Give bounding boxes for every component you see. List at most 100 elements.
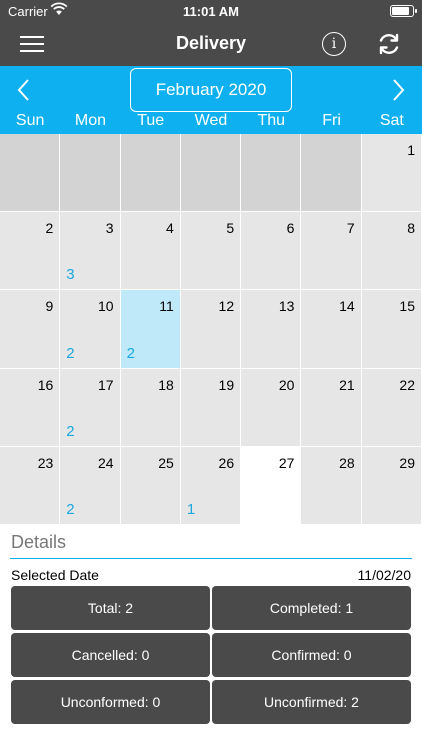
weekday-label: Thu <box>257 112 286 129</box>
calendar-day-cell[interactable]: 14 <box>301 290 361 368</box>
day-number: 15 <box>399 298 415 315</box>
clock: 11:01 AM <box>183 4 239 19</box>
calendar-day-cell[interactable]: 12 <box>180 290 241 368</box>
calendar-day-cell[interactable]: 8 <box>361 212 421 290</box>
calendar-day-cell[interactable]: 20 <box>241 368 301 446</box>
delivery-count: 2 <box>126 344 135 362</box>
calendar-day-cell[interactable]: 26 1 <box>180 446 241 524</box>
calendar-day-cell[interactable]: 29 <box>361 446 421 524</box>
day-number: 25 <box>158 454 174 471</box>
day-number: 23 <box>37 454 54 471</box>
status-bar: Carrier 11:01 AM <box>0 0 422 22</box>
cancelled-button[interactable]: Cancelled: 0 <box>11 633 210 677</box>
day-number: 20 <box>278 376 295 393</box>
weekday-row: Sun Mon Tue Wed Thu Fri Sat <box>0 112 422 132</box>
divider <box>10 558 412 559</box>
delivery-count: 1 <box>186 500 196 518</box>
calendar-day-cell[interactable]: 16 <box>0 368 60 446</box>
confirmed-button[interactable]: Confirmed: 0 <box>212 633 411 677</box>
weekday-label: Sat <box>379 112 404 129</box>
day-number: 5 <box>226 220 235 237</box>
day-number: 22 <box>399 376 415 393</box>
calendar-day-cell[interactable]: 24 2 <box>60 446 120 524</box>
day-number: 12 <box>218 298 235 315</box>
calendar-day-cell[interactable]: 6 <box>241 212 301 290</box>
calendar-day-cell[interactable]: 19 <box>180 368 241 446</box>
calendar-day-cell[interactable]: 28 <box>301 446 361 524</box>
calendar-empty-cell <box>0 134 60 212</box>
details-heading: Details <box>11 532 67 552</box>
calendar-day-cell[interactable]: 15 <box>361 290 421 368</box>
day-number: 1 <box>407 142 415 158</box>
day-number: 29 <box>399 454 415 471</box>
day-number: 19 <box>218 376 235 393</box>
calendar-day-cell[interactable]: 4 <box>120 212 180 290</box>
calendar-day-cell[interactable]: 23 <box>0 446 60 524</box>
day-number: 16 <box>37 376 54 393</box>
calendar-day-cell[interactable]: 22 <box>361 368 421 446</box>
calendar-empty-cell <box>180 134 241 212</box>
nav-bar: Delivery i <box>0 22 422 66</box>
weekday-label: Fri <box>322 112 341 129</box>
calendar-day-cell[interactable]: 21 <box>301 368 361 446</box>
calendar-day-cell[interactable]: 1 <box>361 134 421 212</box>
delivery-count: 2 <box>66 422 75 440</box>
weekday-label: Mon <box>74 112 106 129</box>
battery-icon <box>390 5 417 17</box>
calendar-day-cell[interactable]: 2 <box>0 212 60 290</box>
day-number: 9 <box>45 298 54 315</box>
day-number: 17 <box>97 376 114 393</box>
calendar-day-cell[interactable]: 9 <box>0 290 60 368</box>
day-number: 4 <box>166 220 174 237</box>
day-number: 3 <box>105 220 114 237</box>
calendar-empty-cell <box>301 134 361 212</box>
calendar-grid: 1 2 3 3 4 5 6 7 8 9 10 2 11 2 12 13 14 15 16 17 2 18 19 20 21 22 2… <box>0 134 422 525</box>
calendar-day-cell[interactable]: 18 <box>120 368 180 446</box>
calendar-header: February 2020 Sun Mon Tue Wed Thu Fri Sa… <box>0 66 422 134</box>
calendar-day-cell[interactable]: 11 2 <box>120 290 180 368</box>
day-number: 27 <box>278 454 295 471</box>
calendar-day-cell[interactable]: 25 <box>120 446 180 524</box>
info-icon[interactable]: i <box>322 32 346 56</box>
chevron-left-icon[interactable] <box>12 77 36 103</box>
weekday-label: Tue <box>137 112 165 129</box>
delivery-count: 2 <box>66 500 75 518</box>
calendar-day-cell[interactable]: 13 <box>241 290 301 368</box>
day-number: 8 <box>407 220 415 237</box>
unconfirmed-button[interactable]: Unconfirmed: 2 <box>212 680 411 724</box>
battery-fill <box>392 7 409 15</box>
calendar-day-cell[interactable]: 17 2 <box>60 368 120 446</box>
chevron-right-icon[interactable] <box>386 77 410 103</box>
day-number: 28 <box>339 454 355 471</box>
day-number: 21 <box>339 376 355 393</box>
day-number: 10 <box>97 298 114 315</box>
page-title: Delivery <box>175 33 247 53</box>
day-number: 24 <box>97 454 114 471</box>
delivery-count: 3 <box>66 266 75 284</box>
calendar-day-cell[interactable]: 27 <box>241 446 301 524</box>
delivery-count: 2 <box>66 344 75 362</box>
day-number: 6 <box>286 220 295 237</box>
day-number: 26 <box>218 454 235 471</box>
completed-button[interactable]: Completed: 1 <box>212 586 411 630</box>
refresh-icon[interactable] <box>376 31 402 57</box>
month-selector[interactable]: February 2020 <box>130 68 292 112</box>
calendar-day-cell[interactable]: 33 <box>60 212 120 290</box>
selected-date-label: Selected Date <box>11 567 99 583</box>
weekday-label: Sun <box>15 112 45 129</box>
weekday-label: Wed <box>194 112 228 129</box>
day-number: 11 <box>159 298 174 315</box>
unconformed-button[interactable]: Unconformed: 0 <box>11 680 210 724</box>
calendar-day-cell[interactable]: 7 <box>301 212 361 290</box>
calendar-day-cell[interactable]: 10 2 <box>60 290 120 368</box>
calendar-empty-cell <box>120 134 180 212</box>
calendar-day-cell[interactable]: 5 <box>180 212 241 290</box>
day-number: 13 <box>278 298 295 315</box>
day-number: 18 <box>158 376 174 393</box>
total-button[interactable]: Total: 2 <box>11 586 210 630</box>
calendar-empty-cell <box>60 134 120 212</box>
day-number: 7 <box>346 220 355 237</box>
calendar-empty-cell <box>241 134 301 212</box>
day-number: 2 <box>45 220 54 237</box>
day-number: 14 <box>339 298 355 315</box>
